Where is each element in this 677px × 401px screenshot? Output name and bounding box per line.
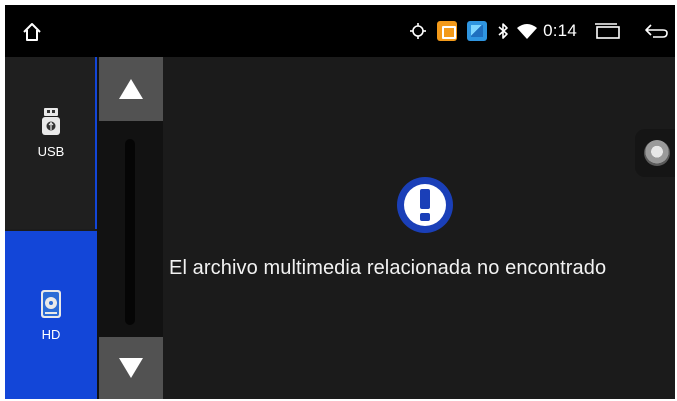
status-icons: 0:14 [409,5,675,57]
bluetooth-icon [498,23,508,39]
recents-icon[interactable] [593,22,621,40]
triangle-down-icon [119,358,143,378]
wifi-icon [517,24,538,39]
back-icon[interactable] [643,22,669,40]
scroll-down-button[interactable] [99,337,163,399]
blue-app-icon [467,21,488,41]
source-usb-label: USB [37,143,65,159]
source-sidebar: USB HD [5,57,97,399]
hard-disk-icon [41,289,61,318]
not-found-message: El archivo multimedia relacionada no enc… [169,257,607,279]
media-player-screen: 0:14 USB HD El archivo multimedia relaci… [5,5,675,399]
status-bar: 0:14 [5,5,675,57]
source-hd-label: HD [41,326,61,342]
scrollbar-track[interactable] [125,139,135,325]
exclamation-icon [397,177,453,233]
triangle-up-icon [119,79,143,99]
status-clock: 0:14 [543,21,577,40]
media-content-area: El archivo multimedia relacionada no enc… [163,57,675,399]
floating-ball-button[interactable] [635,129,675,177]
source-hd-button[interactable]: HD [5,231,97,399]
home-icon[interactable] [21,21,43,43]
scroll-up-button[interactable] [99,57,163,121]
scroll-column [97,57,163,399]
gps-icon [410,23,427,39]
source-usb-button[interactable]: USB [5,57,97,229]
usb-drive-icon [42,107,60,135]
orange-app-icon [437,21,458,41]
